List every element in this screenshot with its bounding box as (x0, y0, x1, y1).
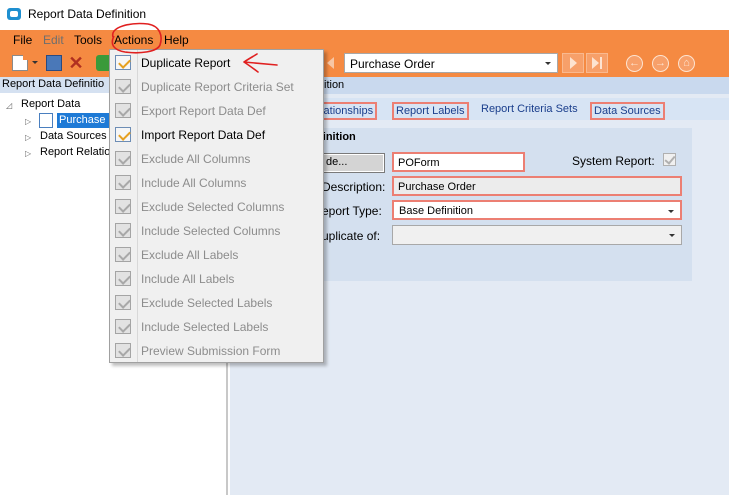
edit-check-icon (115, 79, 131, 94)
menu-item-exclude-selected-columns[interactable]: Exclude Selected Columns (110, 195, 323, 219)
menu-item-import-report-data-def[interactable]: Import Report Data Def (110, 123, 323, 147)
menu-item-preview-submission-form[interactable]: Preview Submission Form (110, 339, 323, 363)
edit-check-icon (115, 127, 131, 142)
back-icon[interactable]: ← (626, 55, 643, 72)
report-type-dropdown[interactable]: Base Definition (392, 200, 682, 220)
actions-menu: Duplicate Report Duplicate Report Criter… (109, 49, 324, 363)
app-icon (7, 8, 21, 20)
new-document-icon[interactable] (12, 55, 28, 71)
tab-data-sources[interactable]: Data Sources (590, 102, 665, 120)
menu-item-include-all-labels[interactable]: Include All Labels (110, 267, 323, 291)
report-doc-icon (39, 113, 53, 128)
duplicate-of-label: uplicate of: (322, 229, 381, 243)
tree-item-data-sources[interactable]: Data Sources (40, 130, 107, 142)
menu-item-exclude-all-columns[interactable]: Exclude All Columns (110, 147, 323, 171)
report-type-label: eport Type: (322, 204, 382, 218)
menu-item-exclude-selected-labels[interactable]: Exclude Selected Labels (110, 291, 323, 315)
edit-check-icon (115, 343, 131, 358)
menu-file[interactable]: File (13, 33, 32, 47)
edit-check-icon (115, 247, 131, 262)
menu-bar: File Edit Tools Actions Help (0, 30, 729, 50)
forward-icon[interactable]: → (652, 55, 669, 72)
save-icon[interactable] (46, 55, 62, 71)
edit-check-icon (115, 175, 131, 190)
tab-report-criteria-sets[interactable]: Report Criteria Sets (479, 102, 580, 116)
home-icon[interactable]: ⌂ (678, 55, 695, 72)
last-record-icon[interactable] (586, 53, 608, 73)
menu-item-label: Include All Labels (141, 272, 235, 286)
menu-item-label: Exclude Selected Columns (141, 200, 285, 214)
window-title: Report Data Definition (28, 7, 147, 21)
edit-check-icon (115, 55, 131, 70)
record-selector-dropdown[interactable]: Purchase Order (344, 53, 558, 73)
menu-actions[interactable]: Actions (114, 33, 153, 47)
menu-item-duplicate-report-criteria-set[interactable]: Duplicate Report Criteria Set (110, 75, 323, 99)
system-report-label: System Report: (572, 154, 655, 168)
menu-item-export-report-data-def[interactable]: Export Report Data Def (110, 99, 323, 123)
chevron-down-icon (668, 210, 674, 216)
next-record-icon[interactable] (562, 53, 584, 73)
report-type-value: Base Definition (399, 205, 473, 217)
edit-check-icon (115, 103, 131, 118)
expand-icon[interactable]: ▷ (25, 149, 31, 158)
menu-item-label: Duplicate Report Criteria Set (141, 80, 294, 94)
menu-item-label: Exclude Selected Labels (141, 296, 273, 310)
title-bar: Report Data Definition (0, 0, 729, 30)
menu-item-label: Duplicate Report (141, 56, 231, 70)
chevron-down-icon (669, 234, 675, 240)
menu-edit[interactable]: Edit (43, 33, 64, 47)
menu-item-label: Include Selected Labels (141, 320, 269, 334)
menu-item-label: Import Report Data Def (141, 128, 266, 142)
description-field[interactable]: Purchase Order (392, 176, 682, 196)
tree-item-report-relationships[interactable]: Report Relatio (40, 146, 110, 158)
chevron-down-icon (545, 62, 551, 68)
edit-check-icon (115, 199, 131, 214)
expand-icon[interactable]: ▷ (25, 133, 31, 142)
menu-item-label: Export Report Data Def (141, 104, 266, 118)
menu-item-include-all-columns[interactable]: Include All Columns (110, 171, 323, 195)
edit-check-icon (115, 151, 131, 166)
menu-item-label: Preview Submission Form (141, 344, 281, 358)
expand-icon[interactable]: ▷ (25, 117, 31, 126)
menu-item-label: Include All Columns (141, 176, 247, 190)
delete-icon[interactable]: ✕ (68, 54, 84, 72)
tab-report-labels[interactable]: Report Labels (392, 102, 469, 120)
record-selector-value: Purchase Order (350, 57, 435, 71)
edit-check-icon (115, 223, 131, 238)
menu-help[interactable]: Help (164, 33, 189, 47)
tree-item-purchase[interactable]: Purchase (57, 113, 109, 128)
menu-item-include-selected-columns[interactable]: Include Selected Columns (110, 219, 323, 243)
menu-item-label: Exclude All Labels (141, 248, 239, 262)
collapse-icon[interactable]: ◿ (6, 101, 12, 110)
duplicate-of-dropdown[interactable] (392, 225, 682, 245)
dropdown-arrow-icon[interactable] (32, 55, 38, 71)
edit-check-icon (115, 271, 131, 286)
code-lookup-button[interactable]: de... (319, 153, 385, 173)
tree-root[interactable]: Report Data (21, 98, 80, 110)
system-report-checkbox[interactable] (663, 153, 676, 166)
prev-record-icon[interactable] (322, 53, 340, 73)
edit-check-icon (115, 295, 131, 310)
description-label: Description: (322, 180, 386, 194)
code-field[interactable]: POForm (392, 152, 525, 172)
menu-tools[interactable]: Tools (74, 33, 102, 47)
menu-item-duplicate-report[interactable]: Duplicate Report (110, 51, 323, 75)
menu-item-include-selected-labels[interactable]: Include Selected Labels (110, 315, 323, 339)
menu-item-exclude-all-labels[interactable]: Exclude All Labels (110, 243, 323, 267)
menu-item-label: Include Selected Columns (141, 224, 281, 238)
menu-item-label: Exclude All Columns (141, 152, 251, 166)
edit-check-icon (115, 319, 131, 334)
